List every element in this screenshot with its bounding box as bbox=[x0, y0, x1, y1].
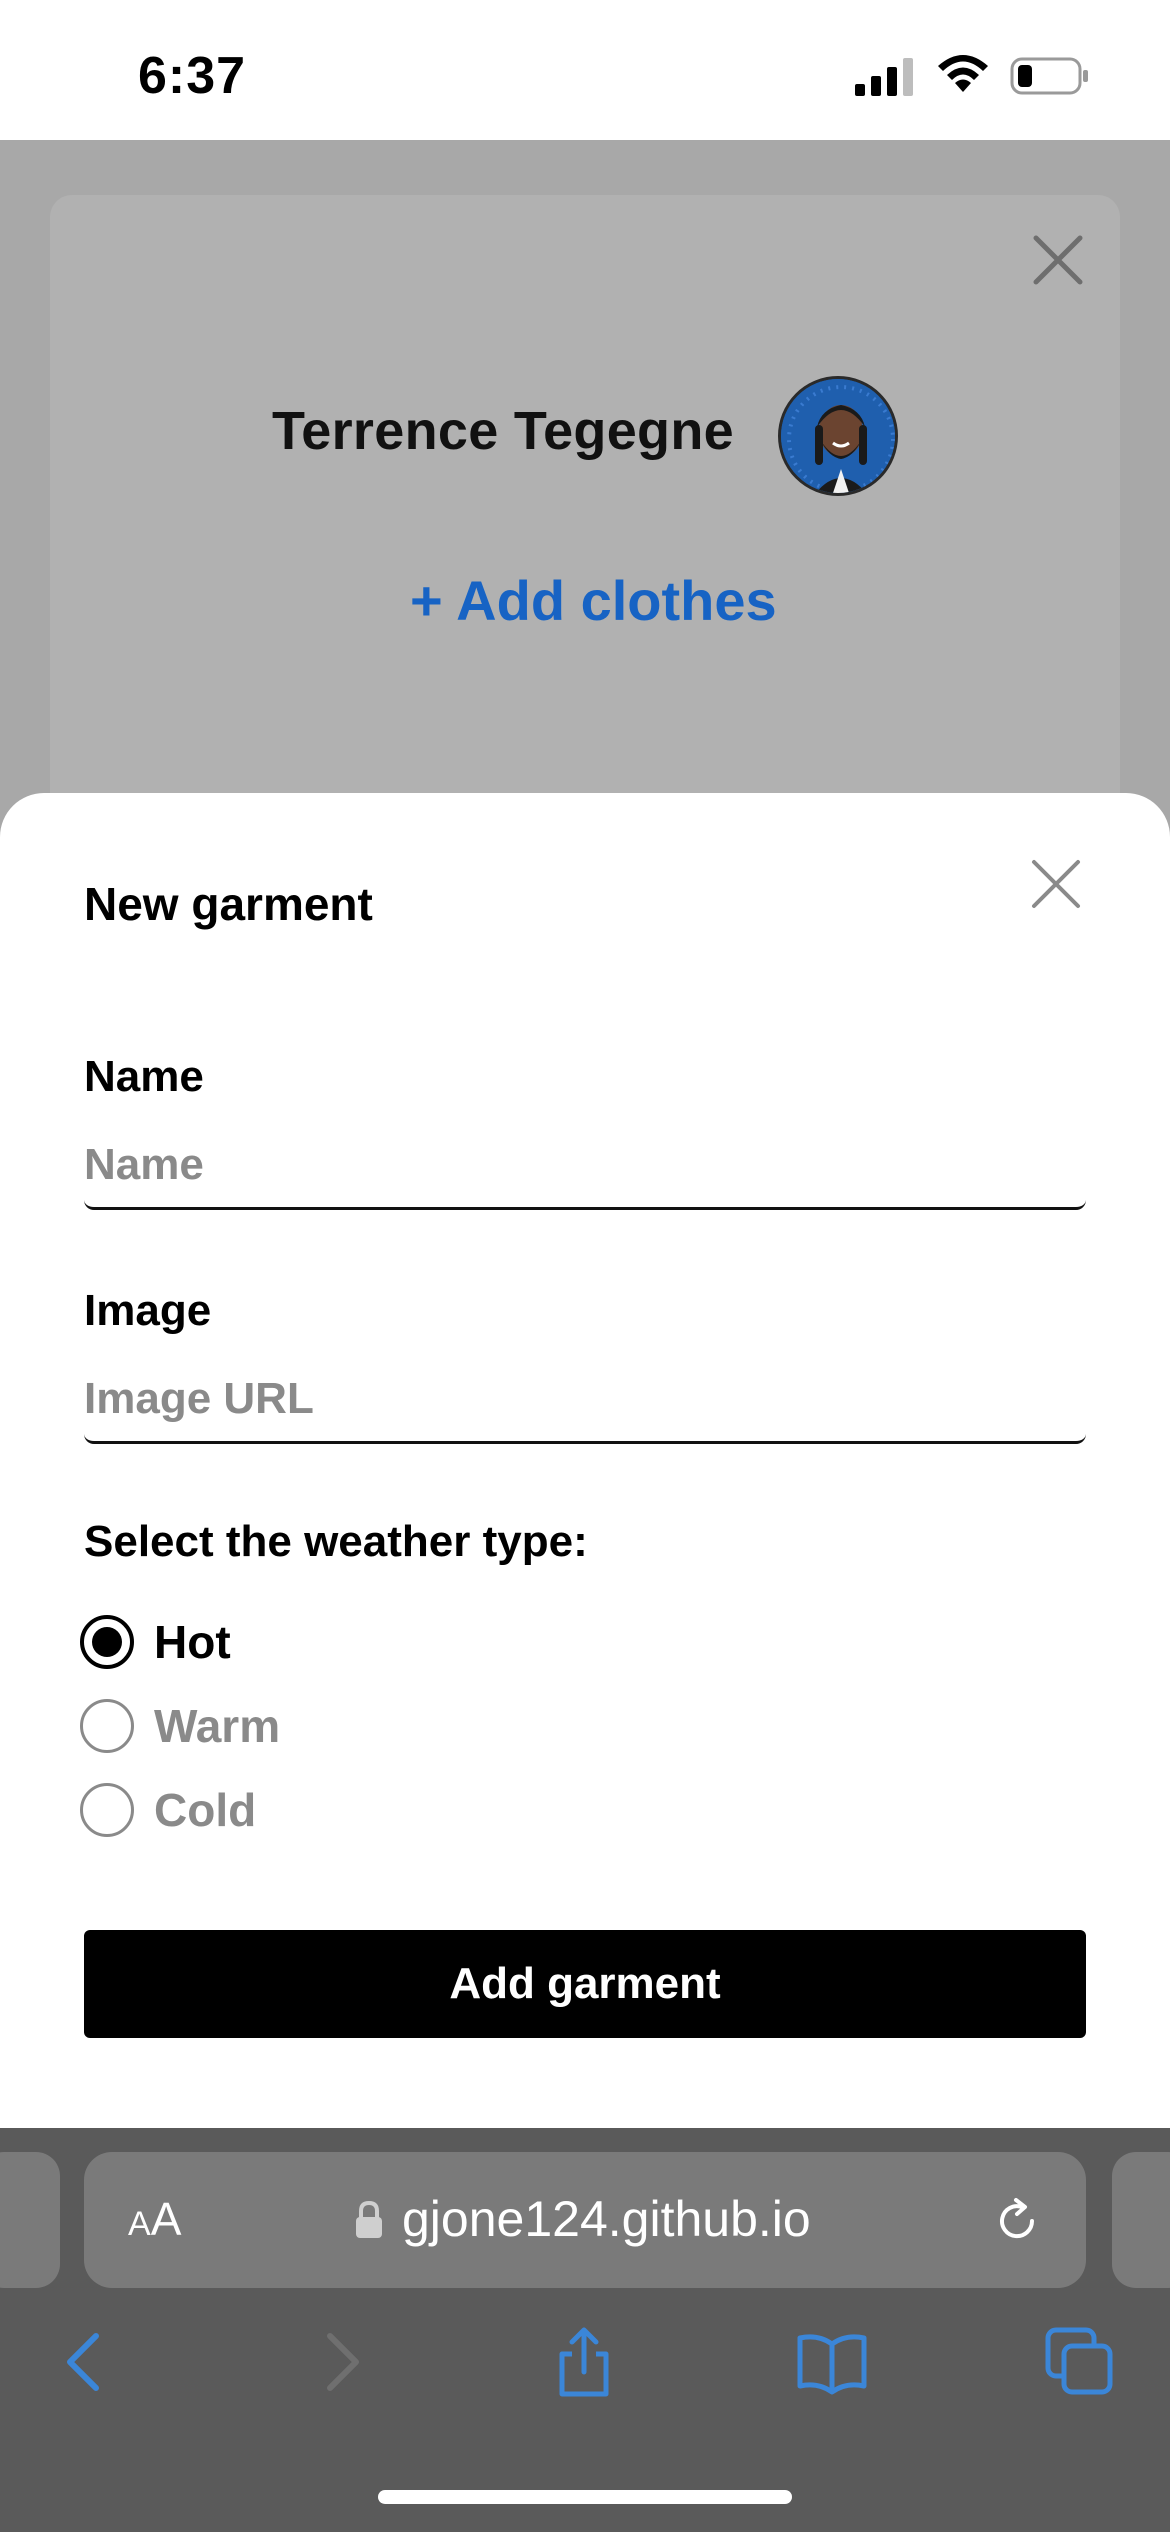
radio-button[interactable] bbox=[80, 1699, 134, 1753]
signal-icon bbox=[855, 58, 913, 96]
text-size-small-a: A bbox=[128, 2205, 151, 2243]
modal-title: New garment bbox=[84, 878, 373, 930]
status-bar: 6:37 bbox=[0, 0, 1170, 140]
text-size-large-a: A bbox=[150, 2193, 182, 2245]
profile-name: Terrence Tegegne bbox=[272, 401, 734, 461]
add-clothes-button[interactable]: + Add clothes bbox=[410, 568, 777, 633]
chevron-left-icon[interactable] bbox=[50, 2326, 122, 2398]
radio-cold[interactable]: Cold bbox=[80, 1780, 256, 1840]
reload-icon[interactable] bbox=[992, 2196, 1042, 2246]
tabs-icon[interactable] bbox=[1044, 2326, 1116, 2398]
image-url-input[interactable] bbox=[84, 1356, 1086, 1444]
home-indicator bbox=[378, 2490, 792, 2504]
radio-label: Warm bbox=[154, 1700, 281, 1752]
lock-icon bbox=[356, 2200, 382, 2238]
image-label: Image bbox=[84, 1286, 212, 1335]
profile-card bbox=[50, 195, 1120, 895]
battery-icon bbox=[1010, 57, 1088, 95]
close-icon[interactable] bbox=[1028, 856, 1084, 912]
name-input[interactable] bbox=[84, 1122, 1086, 1210]
url-text[interactable]: gjone124.github.io bbox=[402, 2190, 811, 2248]
share-icon[interactable] bbox=[548, 2326, 620, 2398]
name-label: Name bbox=[84, 1052, 204, 1101]
radio-hot[interactable]: Hot bbox=[80, 1612, 231, 1672]
radio-button[interactable] bbox=[80, 1615, 134, 1669]
text-size-button[interactable]: AA bbox=[128, 2192, 181, 2246]
chevron-right-icon[interactable] bbox=[304, 2326, 376, 2398]
new-garment-modal bbox=[0, 793, 1170, 2128]
wifi-icon bbox=[938, 55, 988, 92]
radio-button[interactable] bbox=[80, 1783, 134, 1837]
radio-warm[interactable]: Warm bbox=[80, 1696, 280, 1756]
previous-tab-preview[interactable] bbox=[0, 2152, 60, 2288]
radio-label: Hot bbox=[154, 1616, 231, 1668]
book-icon[interactable] bbox=[796, 2326, 868, 2398]
next-tab-preview[interactable] bbox=[1112, 2152, 1170, 2288]
add-garment-button[interactable]: Add garment bbox=[84, 1930, 1086, 2038]
weather-type-label: Select the weather type: bbox=[84, 1517, 588, 1566]
status-time: 6:37 bbox=[138, 47, 247, 105]
radio-label: Cold bbox=[154, 1784, 257, 1836]
close-icon[interactable] bbox=[1030, 232, 1086, 288]
avatar bbox=[778, 376, 898, 496]
